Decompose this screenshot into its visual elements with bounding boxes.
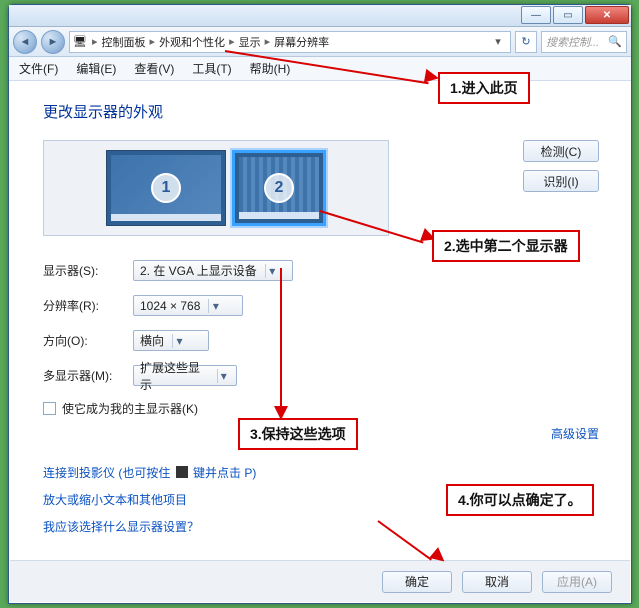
multi-display-combo[interactable]: 扩展这些显示▾ bbox=[133, 365, 237, 386]
crumb-0[interactable]: 控制面板 bbox=[102, 34, 146, 50]
callout-2: 2.选中第二个显示器 bbox=[432, 230, 580, 262]
control-panel-icon: 🖥 bbox=[72, 35, 88, 48]
crumb-3[interactable]: 屏幕分辨率 bbox=[274, 34, 329, 50]
display-label: 显示器(S): bbox=[43, 262, 133, 279]
multi-label: 多显示器(M): bbox=[43, 367, 133, 384]
advanced-settings-link[interactable]: 高级设置 bbox=[551, 425, 599, 442]
crumb-1[interactable]: 外观和个性化 bbox=[159, 34, 225, 50]
orientation-value: 横向 bbox=[140, 332, 164, 349]
monitor-1-badge: 1 bbox=[151, 173, 181, 203]
primary-monitor-label: 使它成为我的主显示器(K) bbox=[62, 400, 198, 417]
minimize-button[interactable]: — bbox=[521, 6, 551, 24]
multi-value: 扩展这些显示 bbox=[140, 359, 209, 393]
resolution-combo[interactable]: 1024 × 768▾ bbox=[133, 295, 243, 316]
primary-monitor-checkbox[interactable] bbox=[43, 402, 56, 415]
search-input[interactable]: 搜索控制... 🔍 bbox=[541, 31, 627, 53]
apply-button[interactable]: 应用(A) bbox=[542, 571, 612, 593]
search-placeholder: 搜索控制... bbox=[546, 34, 599, 50]
breadcrumb[interactable]: 🖥 ▸ 控制面板 ▸ 外观和个性化 ▸ 显示 ▸ 屏幕分辨率 ▾ bbox=[69, 31, 511, 53]
title-bar: — ▭ ✕ bbox=[9, 5, 631, 27]
content-area: 更改显示器的外观 1 2 检测(C) 识别(I) 显示器(S): 2. 在 VG bbox=[9, 81, 631, 543]
nav-bar: ◄ ► 🖥 ▸ 控制面板 ▸ 外观和个性化 ▸ 显示 ▸ 屏幕分辨率 ▾ ↻ 搜… bbox=[9, 27, 631, 57]
callout-3: 3.保持这些选项 bbox=[238, 418, 358, 450]
cancel-button[interactable]: 取消 bbox=[462, 571, 532, 593]
menu-help[interactable]: 帮助(H) bbox=[250, 60, 291, 77]
windows-flag-icon bbox=[176, 466, 188, 478]
page-title: 更改显示器的外观 bbox=[43, 101, 599, 122]
ok-button[interactable]: 确定 bbox=[382, 571, 452, 593]
menu-bar: 文件(F) 编辑(E) 查看(V) 工具(T) 帮助(H) bbox=[9, 57, 631, 81]
maximize-button[interactable]: ▭ bbox=[553, 6, 583, 24]
which-settings-link[interactable]: 我应该选择什么显示器设置？ bbox=[43, 518, 599, 535]
back-button[interactable]: ◄ bbox=[13, 30, 37, 54]
monitor-1[interactable]: 1 bbox=[106, 150, 226, 226]
callout-1: 1.进入此页 bbox=[438, 72, 530, 104]
menu-file[interactable]: 文件(F) bbox=[19, 60, 58, 77]
menu-edit[interactable]: 编辑(E) bbox=[76, 60, 116, 77]
search-icon: 🔍 bbox=[608, 35, 622, 48]
menu-tools[interactable]: 工具(T) bbox=[192, 60, 231, 77]
monitor-preview: 1 2 bbox=[43, 140, 389, 236]
resolution-value: 1024 × 768 bbox=[140, 299, 200, 313]
projector-link[interactable]: 连接到投影仪 (也可按住 键并点击 P) bbox=[43, 464, 599, 481]
menu-view[interactable]: 查看(V) bbox=[134, 60, 174, 77]
orientation-combo[interactable]: 横向▾ bbox=[133, 330, 209, 351]
display-value: 2. 在 VGA 上显示设备 bbox=[140, 262, 257, 279]
monitor-2[interactable]: 2 bbox=[232, 150, 326, 226]
resolution-label: 分辨率(R): bbox=[43, 297, 133, 314]
crumb-dropdown-icon[interactable]: ▾ bbox=[488, 35, 508, 48]
display-combo[interactable]: 2. 在 VGA 上显示设备▾ bbox=[133, 260, 293, 281]
orientation-label: 方向(O): bbox=[43, 332, 133, 349]
close-button[interactable]: ✕ bbox=[585, 6, 629, 24]
detect-button[interactable]: 检测(C) bbox=[523, 140, 599, 162]
forward-button[interactable]: ► bbox=[41, 30, 65, 54]
identify-button[interactable]: 识别(I) bbox=[523, 170, 599, 192]
button-bar: 确定 取消 应用(A) bbox=[10, 560, 630, 602]
monitor-2-badge: 2 bbox=[264, 173, 294, 203]
crumb-2[interactable]: 显示 bbox=[239, 34, 261, 50]
refresh-button[interactable]: ↻ bbox=[515, 31, 537, 53]
callout-4: 4.你可以点确定了。 bbox=[446, 484, 594, 516]
